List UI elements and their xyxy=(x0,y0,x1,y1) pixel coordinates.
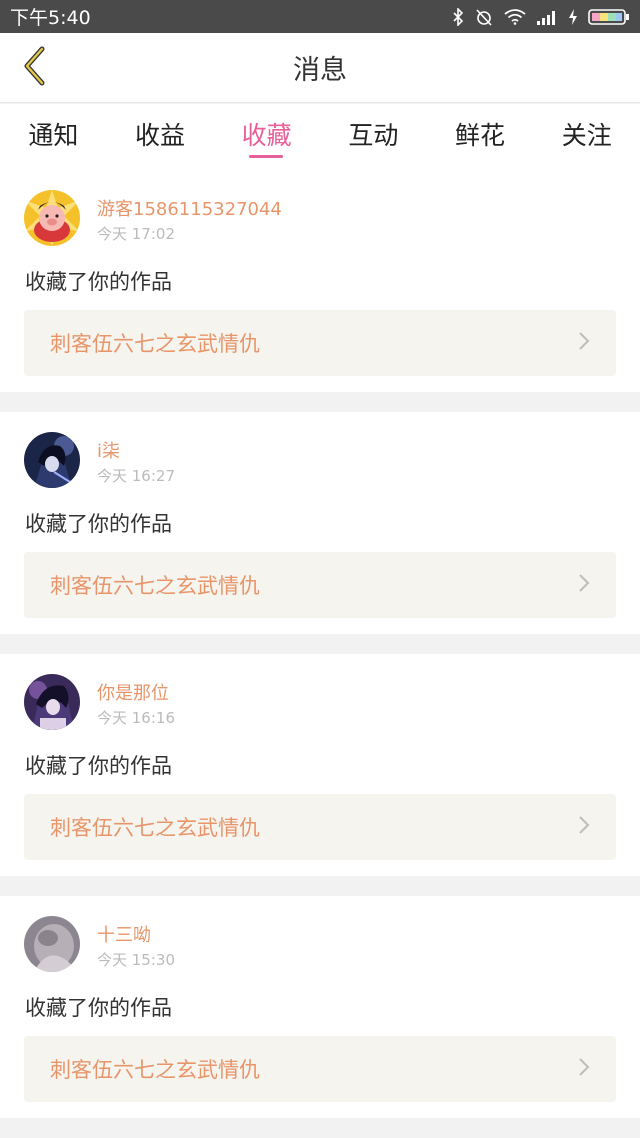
user-name[interactable]: i柒 xyxy=(97,437,120,463)
tab-bar: 通知 收益 收藏 互动 鲜花 关注 xyxy=(0,104,640,170)
action-text: 收藏了你的作品 xyxy=(25,754,172,778)
work-title: 刺客伍六七之玄武情仇 xyxy=(50,574,260,598)
message-time: 今天 15:30 xyxy=(97,951,175,969)
list-item: 游客1586115327044 今天 17:02 收藏了你的作品 刺客伍六七之玄… xyxy=(0,170,640,392)
list-item: 十三呦 今天 15:30 收藏了你的作品 刺客伍六七之玄武情仇 xyxy=(0,896,640,1118)
bluetooth-icon xyxy=(452,7,464,26)
avatar[interactable] xyxy=(24,916,80,972)
signal-icon xyxy=(536,9,558,25)
work-title: 刺客伍六七之玄武情仇 xyxy=(50,1058,260,1082)
tab-follow[interactable]: 关注 xyxy=(533,104,640,170)
status-icons xyxy=(452,7,630,26)
back-button[interactable] xyxy=(14,46,54,90)
action-text: 收藏了你的作品 xyxy=(25,270,172,294)
page-title: 消息 xyxy=(293,55,347,86)
user-name[interactable]: 十三呦 xyxy=(97,921,151,947)
list-item: i柒 今天 16:27 收藏了你的作品 刺客伍六七之玄武情仇 xyxy=(0,412,640,634)
work-link[interactable]: 刺客伍六七之玄武情仇 xyxy=(24,552,616,618)
tab-notice[interactable]: 通知 xyxy=(0,104,107,170)
avatar[interactable] xyxy=(24,190,80,246)
list-item: 你是那位 今天 16:16 收藏了你的作品 刺客伍六七之玄武情仇 xyxy=(0,654,640,876)
wifi-icon xyxy=(504,8,526,25)
charging-icon xyxy=(568,8,578,26)
alarm-off-icon xyxy=(474,8,494,26)
action-text: 收藏了你的作品 xyxy=(25,996,172,1020)
work-link[interactable]: 刺客伍六七之玄武情仇 xyxy=(24,310,616,376)
work-title: 刺客伍六七之玄武情仇 xyxy=(50,332,260,356)
chevron-right-icon xyxy=(578,331,590,355)
chevron-right-icon xyxy=(578,1057,590,1081)
work-link[interactable]: 刺客伍六七之玄武情仇 xyxy=(24,1036,616,1102)
back-arrow-icon xyxy=(20,46,48,90)
chevron-right-icon xyxy=(578,815,590,839)
message-list: 游客1586115327044 今天 17:02 收藏了你的作品 刺客伍六七之玄… xyxy=(0,170,640,1138)
avatar[interactable] xyxy=(24,432,80,488)
avatar[interactable] xyxy=(24,674,80,730)
work-title: 刺客伍六七之玄武情仇 xyxy=(50,816,260,840)
battery-icon xyxy=(588,8,630,26)
tab-interaction[interactable]: 互动 xyxy=(320,104,427,170)
message-time: 今天 16:16 xyxy=(97,709,175,727)
tab-earnings[interactable]: 收益 xyxy=(107,104,214,170)
status-bar: 下午5:40 xyxy=(0,0,640,33)
message-time: 今天 17:02 xyxy=(97,225,175,243)
message-time: 今天 16:27 xyxy=(97,467,175,485)
chevron-right-icon xyxy=(578,573,590,597)
tab-flowers[interactable]: 鲜花 xyxy=(427,104,534,170)
work-link[interactable]: 刺客伍六七之玄武情仇 xyxy=(24,794,616,860)
status-time: 下午5:40 xyxy=(10,7,91,29)
nav-bar: 消息 xyxy=(0,33,640,103)
tab-favorites[interactable]: 收藏 xyxy=(213,104,320,170)
user-name[interactable]: 你是那位 xyxy=(97,679,169,705)
user-name[interactable]: 游客1586115327044 xyxy=(97,195,282,221)
action-text: 收藏了你的作品 xyxy=(25,512,172,536)
